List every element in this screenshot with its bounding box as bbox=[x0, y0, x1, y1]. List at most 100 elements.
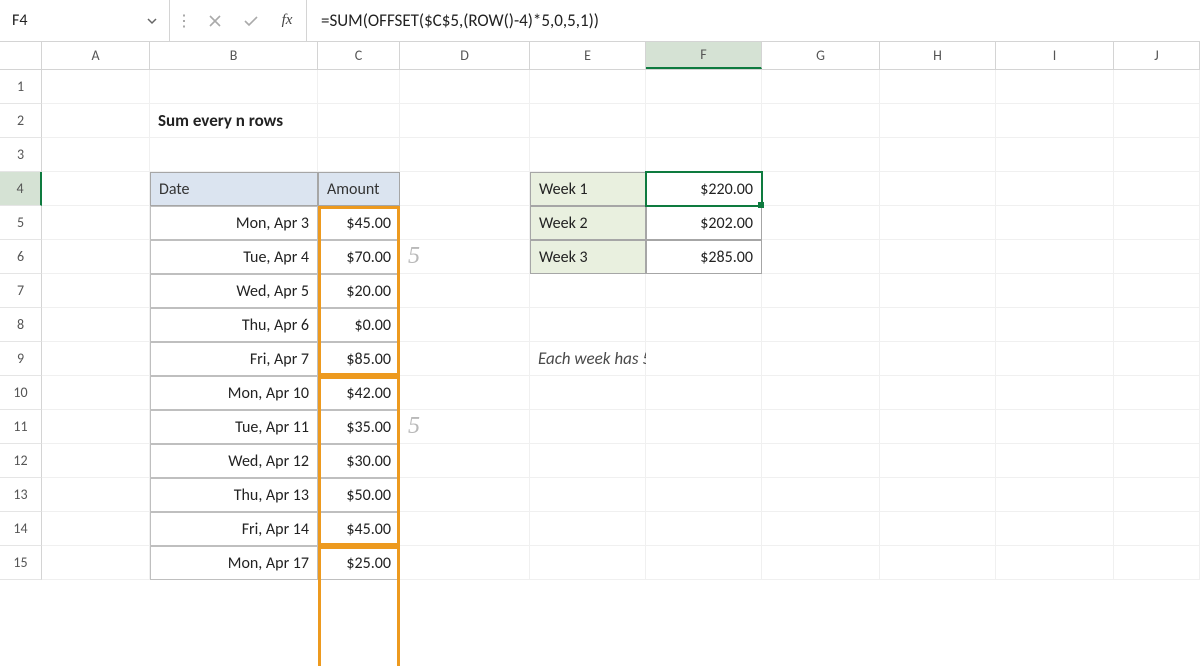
cell-G14[interactable] bbox=[762, 512, 880, 546]
col-header-H[interactable]: H bbox=[880, 42, 996, 69]
cell-A9[interactable] bbox=[42, 342, 150, 376]
cell-H13[interactable] bbox=[880, 478, 996, 512]
cell-G10[interactable] bbox=[762, 376, 880, 410]
cell-H12[interactable] bbox=[880, 444, 996, 478]
cell-I2[interactable] bbox=[996, 104, 1114, 138]
row-header-10[interactable]: 10 bbox=[0, 376, 42, 410]
cell-E12[interactable] bbox=[530, 444, 646, 478]
row-header-15[interactable]: 15 bbox=[0, 546, 42, 580]
cell-C4-amount-header[interactable]: Amount bbox=[318, 172, 400, 206]
name-box[interactable]: F4 bbox=[0, 0, 170, 41]
cell-A11[interactable] bbox=[42, 410, 150, 444]
cell-G8[interactable] bbox=[762, 308, 880, 342]
cell-J1[interactable] bbox=[1114, 70, 1200, 104]
cell-D5[interactable] bbox=[400, 206, 530, 240]
cell-F5[interactable]: $202.00 bbox=[646, 206, 762, 240]
cell-H3[interactable] bbox=[880, 138, 996, 172]
row-header-5[interactable]: 5 bbox=[0, 206, 42, 240]
cell-G11[interactable] bbox=[762, 410, 880, 444]
cell-H7[interactable] bbox=[880, 274, 996, 308]
cell-G5[interactable] bbox=[762, 206, 880, 240]
cell-J3[interactable] bbox=[1114, 138, 1200, 172]
cell-H11[interactable] bbox=[880, 410, 996, 444]
cell-H8[interactable] bbox=[880, 308, 996, 342]
cell-B12[interactable]: Wed, Apr 12 bbox=[150, 444, 318, 478]
cell-B4-date-header[interactable]: Date bbox=[150, 172, 318, 206]
formula-cancel-button[interactable] bbox=[202, 8, 228, 34]
cell-G4[interactable] bbox=[762, 172, 880, 206]
cell-J8[interactable] bbox=[1114, 308, 1200, 342]
cell-F14[interactable] bbox=[646, 512, 762, 546]
cell-E11[interactable] bbox=[530, 410, 646, 444]
cell-G9[interactable] bbox=[762, 342, 880, 376]
cell-J6[interactable] bbox=[1114, 240, 1200, 274]
row-header-7[interactable]: 7 bbox=[0, 274, 42, 308]
cell-G12[interactable] bbox=[762, 444, 880, 478]
cell-D4[interactable] bbox=[400, 172, 530, 206]
row-header-4[interactable]: 4 bbox=[0, 172, 42, 206]
cell-F12[interactable] bbox=[646, 444, 762, 478]
cell-E5[interactable]: Week 2 bbox=[530, 206, 646, 240]
cell-A10[interactable] bbox=[42, 376, 150, 410]
cell-F9[interactable] bbox=[646, 342, 762, 376]
row-header-8[interactable]: 8 bbox=[0, 308, 42, 342]
cell-A5[interactable] bbox=[42, 206, 150, 240]
cell-C7[interactable]: $20.00 bbox=[318, 274, 400, 308]
cell-B8[interactable]: Thu, Apr 6 bbox=[150, 308, 318, 342]
col-header-I[interactable]: I bbox=[996, 42, 1114, 69]
cell-H2[interactable] bbox=[880, 104, 996, 138]
cell-I7[interactable] bbox=[996, 274, 1114, 308]
cell-J4[interactable] bbox=[1114, 172, 1200, 206]
cell-B5[interactable]: Mon, Apr 3 bbox=[150, 206, 318, 240]
cell-C6[interactable]: $70.00 bbox=[318, 240, 400, 274]
cell-J15[interactable] bbox=[1114, 546, 1200, 580]
row-header-12[interactable]: 12 bbox=[0, 444, 42, 478]
col-header-A[interactable]: A bbox=[42, 42, 150, 69]
cell-F8[interactable] bbox=[646, 308, 762, 342]
cell-E6[interactable]: Week 3 bbox=[530, 240, 646, 274]
cell-E15[interactable] bbox=[530, 546, 646, 580]
cell-I6[interactable] bbox=[996, 240, 1114, 274]
cell-D10[interactable] bbox=[400, 376, 530, 410]
cell-H6[interactable] bbox=[880, 240, 996, 274]
formula-enter-button[interactable] bbox=[238, 8, 264, 34]
cell-B15[interactable]: Mon, Apr 17 bbox=[150, 546, 318, 580]
cell-C1[interactable] bbox=[318, 70, 400, 104]
cell-J14[interactable] bbox=[1114, 512, 1200, 546]
cell-I10[interactable] bbox=[996, 376, 1114, 410]
cell-B9[interactable]: Fri, Apr 7 bbox=[150, 342, 318, 376]
col-header-D[interactable]: D bbox=[400, 42, 530, 69]
cell-I1[interactable] bbox=[996, 70, 1114, 104]
cell-B13[interactable]: Thu, Apr 13 bbox=[150, 478, 318, 512]
cell-D8[interactable] bbox=[400, 308, 530, 342]
cell-J2[interactable] bbox=[1114, 104, 1200, 138]
cell-A6[interactable] bbox=[42, 240, 150, 274]
cell-D6[interactable]: 5 bbox=[400, 240, 530, 274]
cell-A14[interactable] bbox=[42, 512, 150, 546]
name-box-text[interactable]: F4 bbox=[0, 11, 135, 30]
cell-A4[interactable] bbox=[42, 172, 150, 206]
cell-D1[interactable] bbox=[400, 70, 530, 104]
cell-I12[interactable] bbox=[996, 444, 1114, 478]
cell-F10[interactable] bbox=[646, 376, 762, 410]
cell-E13[interactable] bbox=[530, 478, 646, 512]
cell-C5[interactable]: $45.00 bbox=[318, 206, 400, 240]
row-header-11[interactable]: 11 bbox=[0, 410, 42, 444]
col-header-E[interactable]: E bbox=[530, 42, 646, 69]
row-header-13[interactable]: 13 bbox=[0, 478, 42, 512]
cell-G13[interactable] bbox=[762, 478, 880, 512]
cell-G7[interactable] bbox=[762, 274, 880, 308]
cell-E1[interactable] bbox=[530, 70, 646, 104]
select-all-corner[interactable] bbox=[0, 42, 42, 69]
cell-D3[interactable] bbox=[400, 138, 530, 172]
cell-A8[interactable] bbox=[42, 308, 150, 342]
cell-I3[interactable] bbox=[996, 138, 1114, 172]
cell-H1[interactable] bbox=[880, 70, 996, 104]
row-header-1[interactable]: 1 bbox=[0, 70, 42, 104]
insert-function-button[interactable]: fx bbox=[274, 8, 300, 34]
cell-J10[interactable] bbox=[1114, 376, 1200, 410]
cell-E7[interactable] bbox=[530, 274, 646, 308]
cell-D13[interactable] bbox=[400, 478, 530, 512]
cell-J5[interactable] bbox=[1114, 206, 1200, 240]
cell-D15[interactable] bbox=[400, 546, 530, 580]
